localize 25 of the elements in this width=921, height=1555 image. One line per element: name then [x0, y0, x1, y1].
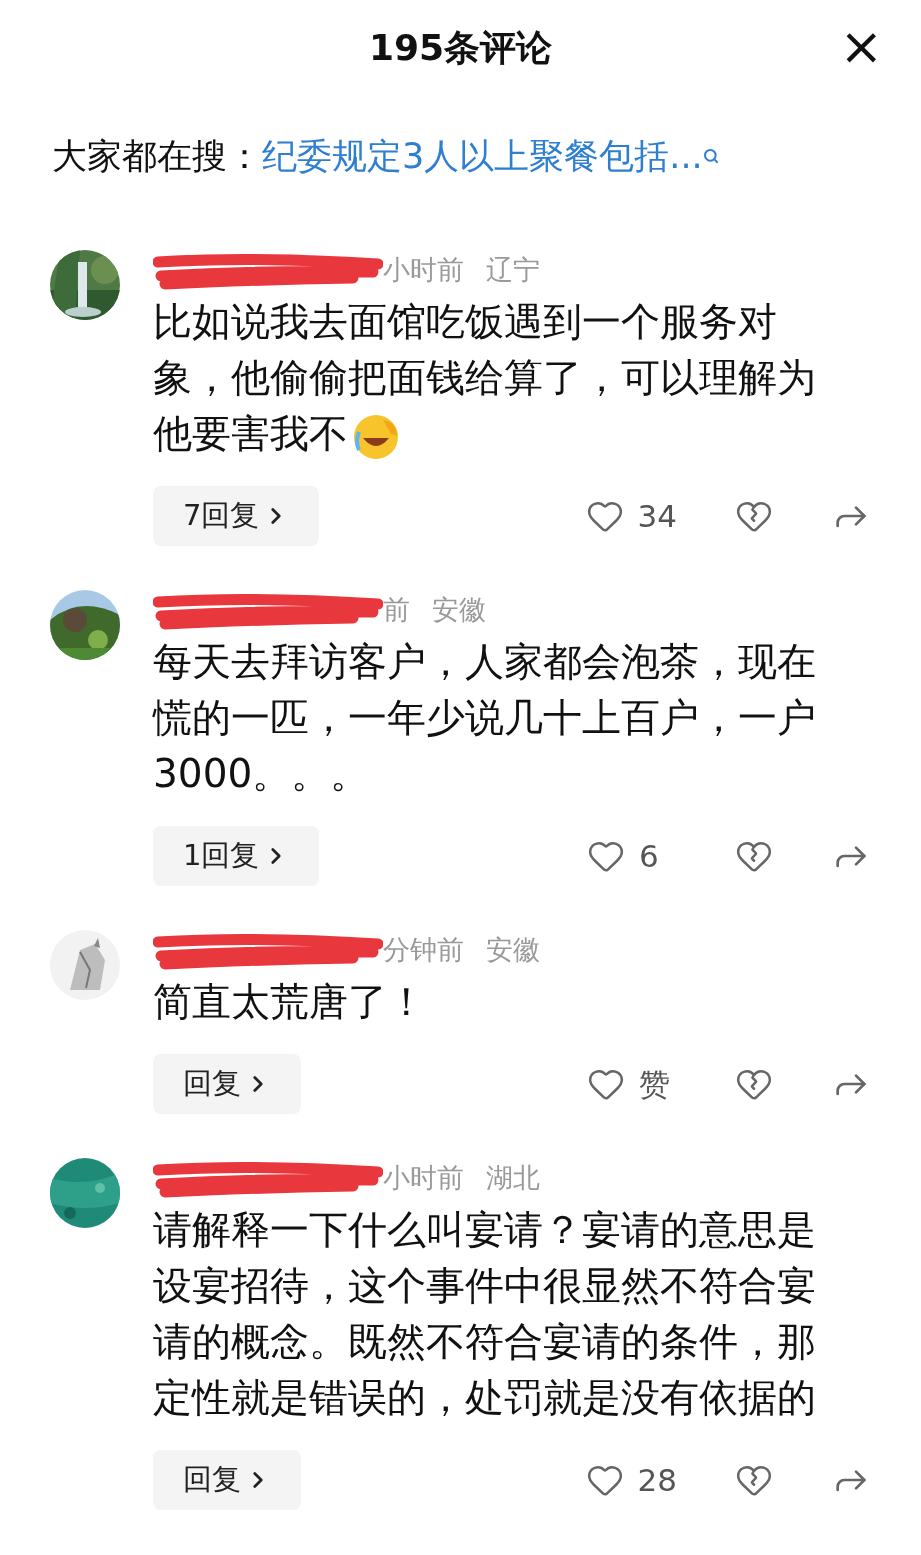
trending-label: 大家都在搜：: [52, 134, 262, 178]
comments-title: 195条评论: [368, 26, 553, 70]
replies-button[interactable]: 1回复: [153, 826, 320, 886]
close-button[interactable]: ×: [839, 20, 883, 72]
replies-button[interactable]: 回复: [153, 1054, 301, 1114]
replies-button[interactable]: 回复: [153, 1450, 301, 1510]
comment-location: 安徽: [432, 592, 486, 627]
like-button[interactable]: 赞: [587, 1060, 677, 1108]
comment-text: 请解释一下什么叫宴请？宴请的意思是设宴招待，这个事件中很显然不符合宴请的概念。既然不符合宴请的条件，那定性就是错误的，处罚就是没有依据的: [153, 1206, 817, 1422]
comment-location: 湖北: [486, 1160, 540, 1195]
comment-location: 安徽: [486, 932, 540, 967]
like-button[interactable]: 34: [585, 492, 677, 540]
comment-time: 前: [383, 592, 410, 627]
comment-location: 辽宁: [486, 252, 540, 287]
comment-time: 小时前: [383, 252, 464, 287]
trending-search-link[interactable]: 纪委规定3人以上聚餐包括...: [262, 129, 703, 183]
like-button[interactable]: 28: [585, 1456, 677, 1504]
search-icon: [702, 148, 719, 164]
comment-time: 小时前: [383, 1160, 464, 1195]
like-button[interactable]: 6: [587, 832, 677, 880]
comment-text: 简直太荒唐了！: [153, 978, 427, 1026]
replies-button[interactable]: 7回复: [153, 486, 320, 546]
comment-text: 比如说我去面馆吃饭遇到一个服务对象，他偷偷把面钱给算了，可以理解为他要害我不: [153, 294, 853, 462]
comment-text: 每天去拜访客户，人家都会泡茶，现在慌的一匹，一年少说几十上百户，一户3000。。。: [153, 638, 817, 798]
comment-time: 分钟前: [383, 932, 464, 967]
